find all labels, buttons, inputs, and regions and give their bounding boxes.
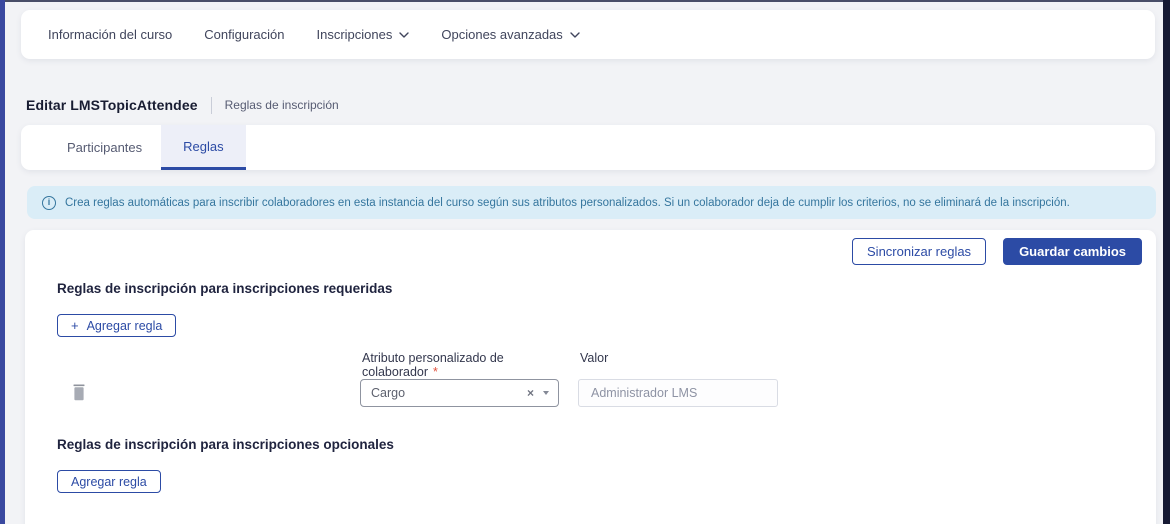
optional-rules-title: Reglas de inscripción para inscripciones… (57, 437, 394, 452)
nav-item-opciones-avanzadas[interactable]: Opciones avanzadas (425, 27, 595, 42)
top-nav: Información del curso Configuración Insc… (21, 10, 1155, 59)
nav-item-label: Inscripciones (317, 27, 393, 42)
tab-reglas[interactable]: Reglas (161, 125, 245, 170)
breadcrumb: Editar LMSTopicAttendee Reglas de inscri… (26, 96, 339, 114)
rule-row: Cargo × (25, 379, 1156, 407)
nav-item-configuracion[interactable]: Configuración (188, 27, 300, 42)
tab-participantes[interactable]: Participantes (48, 125, 161, 170)
rules-panel: Sincronizar reglas Guardar cambios Regla… (25, 230, 1156, 524)
chevron-down-icon (399, 32, 409, 38)
window-edge-left (0, 0, 5, 524)
add-rule-label: Agregar regla (87, 319, 163, 333)
page: Información del curso Configuración Insc… (0, 0, 1170, 524)
nav-item-label: Configuración (204, 27, 284, 42)
add-rule-label: Agregar regla (71, 475, 147, 489)
page-title: Editar LMSTopicAttendee (26, 97, 198, 113)
plus-icon: + (71, 319, 79, 332)
clear-icon[interactable]: × (527, 386, 534, 400)
rule-field-labels: Atributo personalizado de colaborador* V… (362, 351, 608, 379)
tab-label: Participantes (67, 140, 142, 155)
save-changes-button[interactable]: Guardar cambios (1003, 238, 1142, 265)
add-optional-rule-button[interactable]: Agregar regla (57, 470, 161, 493)
trash-icon (72, 384, 86, 401)
window-edge-top (0, 0, 1170, 2)
attribute-select-value: Cargo (371, 386, 527, 400)
nav-item-inscripciones[interactable]: Inscripciones (301, 27, 426, 42)
info-banner-text: Crea reglas automáticas para inscribir c… (65, 197, 1070, 209)
info-icon: i (42, 196, 56, 210)
nav-item-label: Opciones avanzadas (441, 27, 562, 42)
attribute-select[interactable]: Cargo × (360, 379, 559, 407)
tab-label: Reglas (183, 139, 223, 154)
nav-item-informacion-del-curso[interactable]: Información del curso (48, 27, 188, 42)
caret-down-icon (543, 391, 549, 395)
breadcrumb-divider (211, 97, 212, 114)
tab-bar: Participantes Reglas (21, 125, 1155, 170)
required-rules-title: Reglas de inscripción para inscripciones… (57, 281, 392, 296)
delete-rule-button[interactable] (72, 384, 86, 401)
breadcrumb-section: Reglas de inscripción (225, 98, 339, 112)
value-input[interactable] (578, 379, 778, 407)
nav-item-label: Información del curso (48, 27, 172, 42)
panel-actions: Sincronizar reglas Guardar cambios (852, 238, 1142, 265)
info-banner: i Crea reglas automáticas para inscribir… (27, 186, 1156, 219)
sync-rules-button[interactable]: Sincronizar reglas (852, 238, 986, 265)
add-required-rule-button[interactable]: + Agregar regla (57, 314, 176, 337)
attribute-label: Atributo personalizado de colaborador* (362, 351, 580, 379)
value-label: Valor (580, 351, 608, 379)
required-mark: * (433, 365, 438, 379)
chevron-down-icon (570, 32, 580, 38)
window-edge-right (1163, 0, 1170, 524)
